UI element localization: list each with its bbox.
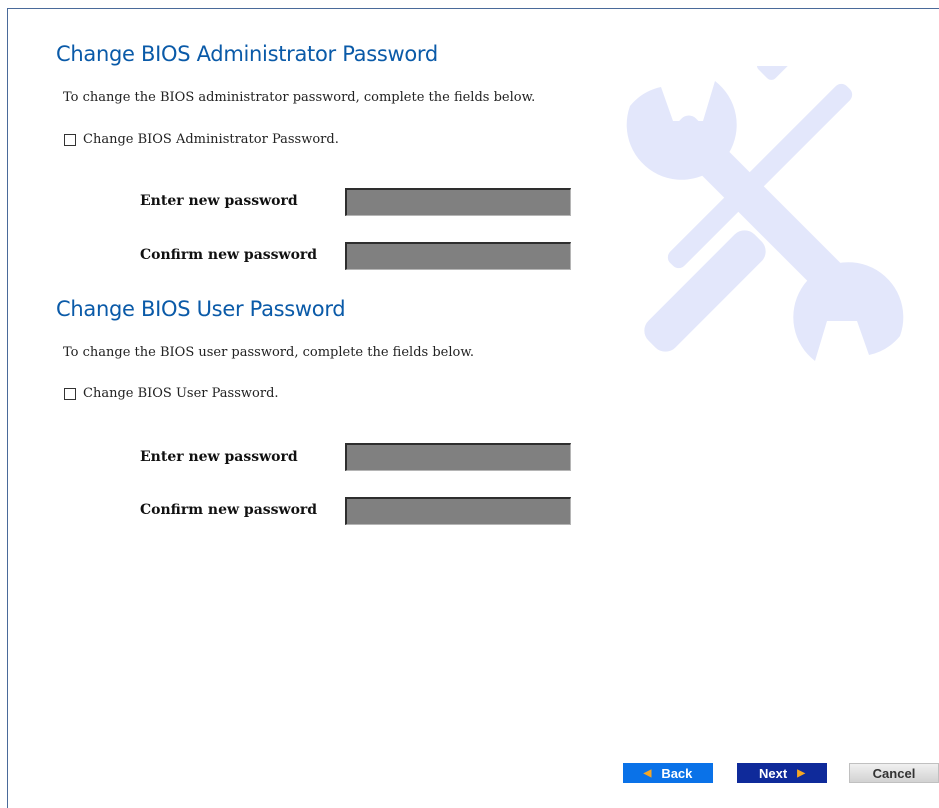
admin-change-checkbox-row[interactable]: Change BIOS Administrator Password. xyxy=(64,132,339,147)
back-button[interactable]: ◀ Back xyxy=(623,763,713,783)
user-confirm-password-field[interactable] xyxy=(345,497,571,525)
cancel-button-label: Cancel xyxy=(872,765,916,781)
cancel-button[interactable]: Cancel xyxy=(849,763,939,783)
user-change-checkbox[interactable] xyxy=(64,387,76,400)
user-new-password-label: Enter new password xyxy=(140,449,298,465)
user-description: To change the BIOS user password, comple… xyxy=(63,345,475,360)
user-change-checkbox-label: Change BIOS User Password. xyxy=(83,386,279,401)
admin-new-password-label: Enter new password xyxy=(140,193,298,209)
admin-change-checkbox-label: Change BIOS Administrator Password. xyxy=(83,132,339,147)
next-button[interactable]: Next ▶ xyxy=(737,763,827,783)
user-new-password-field[interactable] xyxy=(345,443,571,471)
admin-new-password-field[interactable] xyxy=(345,188,571,216)
triangle-left-icon: ◀ xyxy=(643,767,652,779)
back-button-label: Back xyxy=(661,765,693,781)
admin-confirm-password-field[interactable] xyxy=(345,242,571,270)
user-change-checkbox-row[interactable]: Change BIOS User Password. xyxy=(64,386,279,401)
user-confirm-password-label: Confirm new password xyxy=(140,502,318,518)
admin-description: To change the BIOS administrator passwor… xyxy=(63,90,536,105)
admin-section-title: Change BIOS Administrator Password xyxy=(56,42,438,66)
next-button-label: Next xyxy=(759,765,788,781)
admin-change-checkbox[interactable] xyxy=(64,133,76,146)
user-section-title: Change BIOS User Password xyxy=(56,297,346,321)
triangle-right-icon: ▶ xyxy=(797,767,805,779)
wrench-screwdriver-icon xyxy=(626,66,904,361)
admin-confirm-password-label: Confirm new password xyxy=(140,247,318,263)
